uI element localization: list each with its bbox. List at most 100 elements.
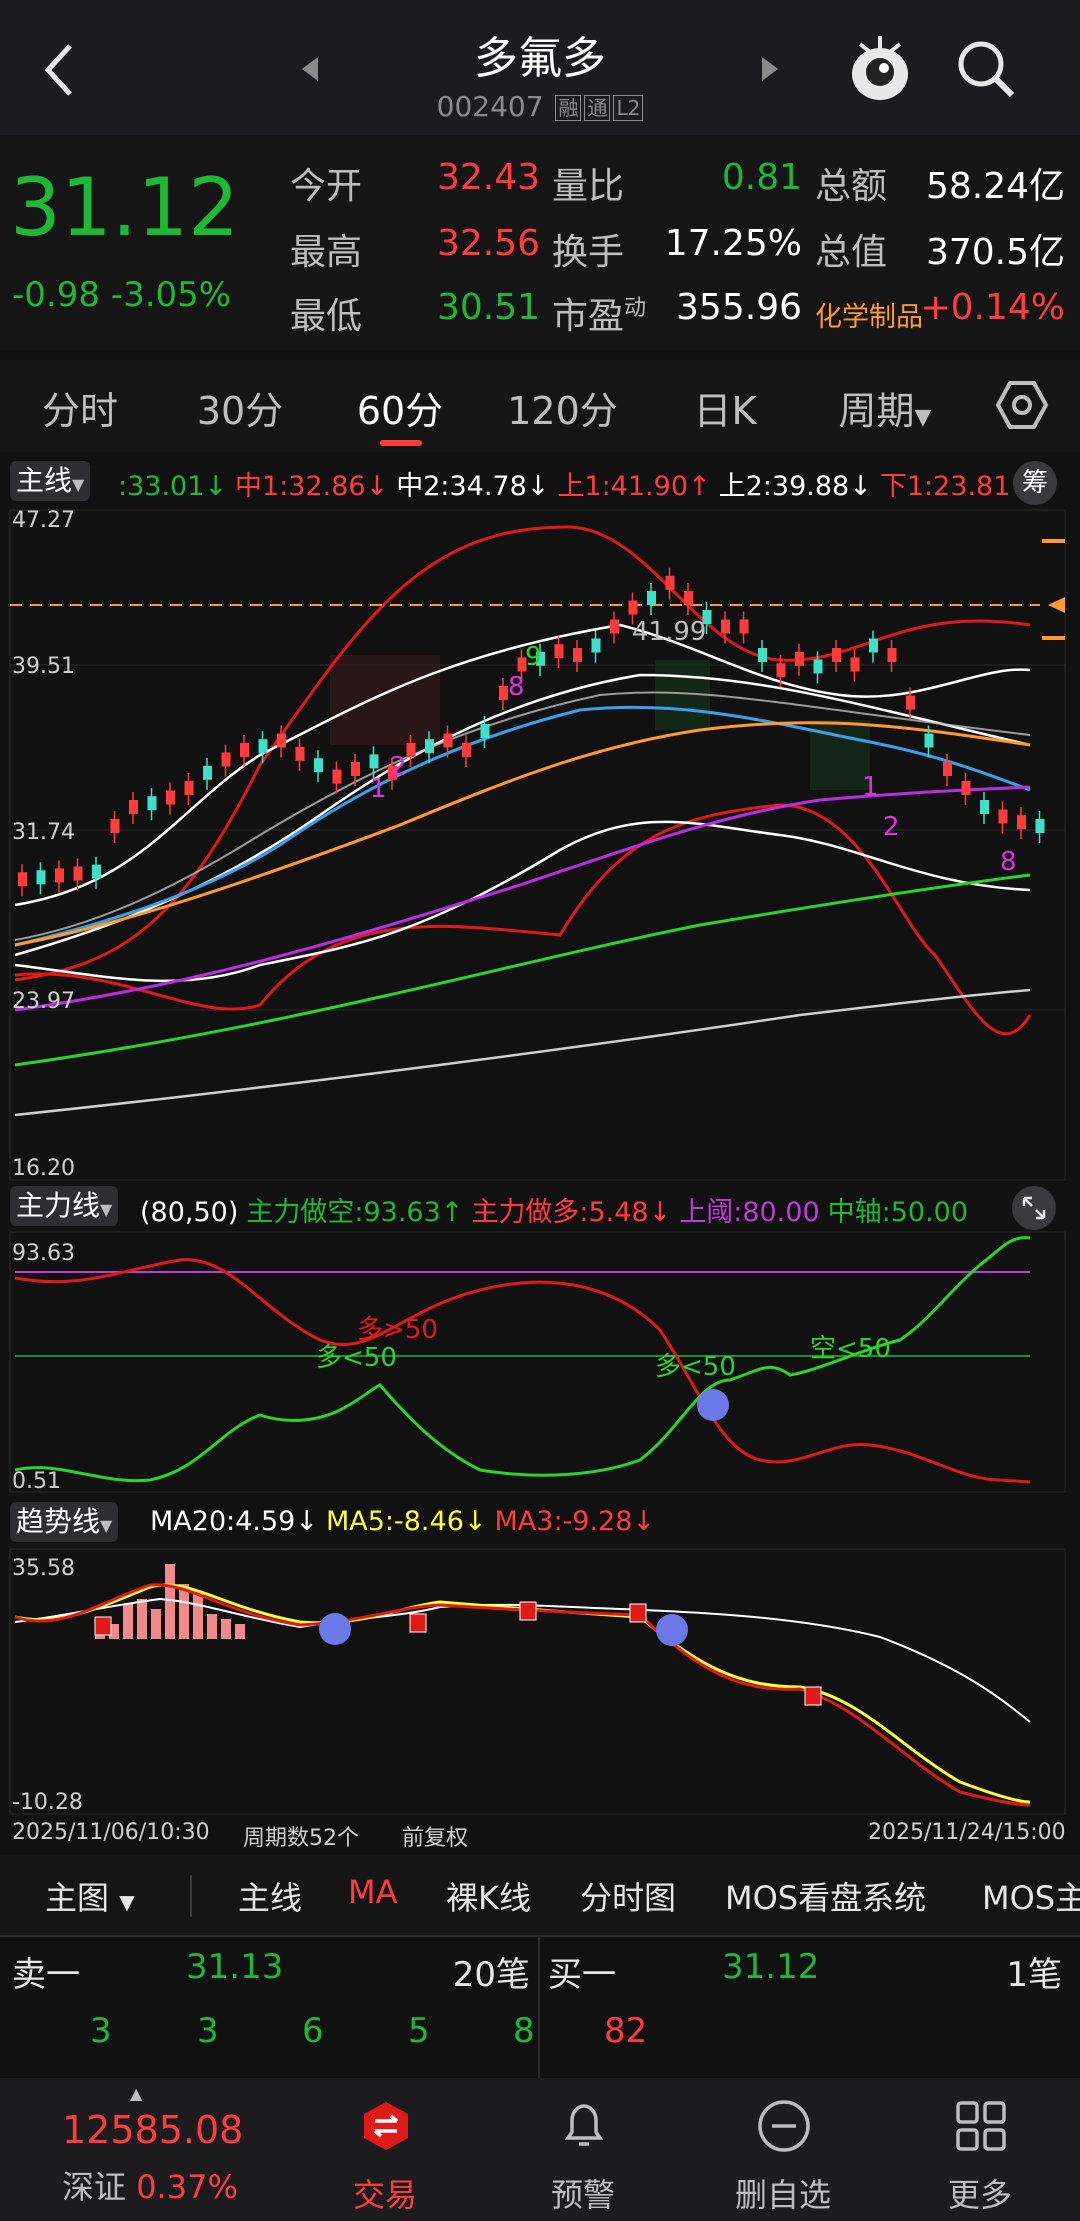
vol-ratio-value: 0.81 <box>721 157 802 198</box>
minus-circle-icon <box>758 2100 810 2152</box>
caret-down-icon: ▼ <box>914 405 932 430</box>
stock-code-row: 002407 融通 L2 <box>0 90 1080 123</box>
y-label-2: 39.51 <box>12 654 75 679</box>
buy-marker <box>804 1686 822 1706</box>
next-stock-icon[interactable] <box>758 55 782 83</box>
tab-intraday[interactable]: 分时 <box>20 380 140 435</box>
nav-trade-label: 交易 <box>352 2176 417 2214</box>
candle-body <box>961 781 971 795</box>
quote-panel: 31.12 -0.98 -3.05% 今开 32.43 最高 32.56 最低 … <box>0 135 1080 350</box>
signal-8b: 8 <box>1000 847 1017 877</box>
sub1-indicators: (80,50) 主力做空:93.63↑ 主力做多:5.48↓ 上阈:80.00 中轴:5… <box>140 1190 976 1229</box>
nav-remove-label: 删自选 <box>734 2176 831 2214</box>
indicator-value: 上阈:80.00 <box>679 1197 820 1228</box>
low-label: 最低 <box>290 296 363 337</box>
candle-body <box>573 648 582 662</box>
main-indicators: :33.01↓ 中1:32.86↓ 中2:34.78↓ 上1:41.90↑ 上2:39.… <box>118 464 1041 503</box>
period-count: 周期数52个 <box>243 1826 359 1851</box>
main-chart-selector-label: 主线 <box>16 464 73 497</box>
indicator-value: 中1:32.86↓ <box>235 471 389 502</box>
signal-annotation: 空<50 <box>810 1334 891 1364</box>
tab-60min[interactable]: 60分 <box>340 380 460 435</box>
candle-body <box>943 762 952 776</box>
sector-label[interactable]: 化学制品 <box>815 295 923 334</box>
candlestick-chart[interactable]: 47.27 39.51 31.74 23.97 16.20 41.99 9 8 … <box>0 505 1080 1185</box>
trend-bar <box>123 1604 133 1639</box>
sub1-selector[interactable]: 主力线▼ <box>10 1186 119 1226</box>
signal-1b: 1 <box>862 772 879 802</box>
amount-value: 58.24亿 <box>925 166 1065 207</box>
sell-queue-5: 8 <box>513 2011 535 2051</box>
caret-up-icon[interactable]: ▲ <box>130 2084 142 2103</box>
main-menu-selector-label: 主图 <box>45 1879 110 1917</box>
candle-body <box>92 864 101 879</box>
caret-down-icon: ▼ <box>100 1200 113 1219</box>
signal-annotation: 多<50 <box>316 1343 397 1373</box>
buy-marker <box>519 1601 537 1621</box>
expand-button[interactable] <box>1012 1186 1056 1230</box>
signal-2: 2 <box>390 752 407 782</box>
sub2-selector[interactable]: 趋势线▼ <box>10 1502 119 1542</box>
sub1-y-bottom: 0.51 <box>12 1469 61 1494</box>
nav-alert[interactable]: 预警 <box>508 2078 658 2221</box>
caret-down-icon: ▼ <box>72 475 85 494</box>
main-force-chart[interactable]: 多>50多<50 多<50空<50 93.63 0.51 <box>0 1230 1080 1495</box>
candle-body <box>314 758 323 773</box>
candle-body <box>776 663 786 678</box>
candle-body <box>240 743 249 757</box>
mascot-icon[interactable] <box>848 30 912 106</box>
menu-item-bare-k[interactable]: 裸K线 <box>446 1873 531 1919</box>
menu-item-mos-system[interactable]: MOS看盘系统 <box>725 1873 926 1919</box>
index-value[interactable]: 12585.08 <box>62 2108 243 2152</box>
candle-body <box>647 591 656 605</box>
candle-body <box>203 765 212 780</box>
tab-120min[interactable]: 120分 <box>495 380 630 435</box>
signal-8: 8 <box>508 672 525 702</box>
nav-more[interactable]: 更多 <box>905 2078 1055 2221</box>
sub2-selector-label: 趋势线 <box>16 1505 101 1538</box>
candle-body <box>684 591 693 605</box>
menu-item-timeshare[interactable]: 分时图 <box>580 1873 676 1919</box>
tab-daily[interactable]: 日K <box>665 380 785 435</box>
main-menu-selector[interactable]: 主图 ▼ <box>45 1873 135 1919</box>
candle-body <box>351 762 360 776</box>
candle-body <box>758 648 767 662</box>
index-change: 0.37% <box>136 2168 238 2206</box>
amount-label: 总额 <box>815 166 888 207</box>
trend-chart[interactable]: 35.58 -10.28 <box>0 1547 1080 1817</box>
candle-body <box>55 868 64 883</box>
indicator-value: 上2:39.88↓ <box>718 471 872 502</box>
tab-30min[interactable]: 30分 <box>180 380 300 435</box>
search-icon[interactable] <box>955 38 1017 100</box>
settings-icon[interactable] <box>995 378 1049 432</box>
menu-item-mainline[interactable]: 主线 <box>238 1873 302 1919</box>
nav-alert-label: 预警 <box>550 2176 615 2214</box>
candle-body <box>1017 815 1026 830</box>
active-tab-indicator <box>380 440 422 446</box>
chip-button[interactable]: 筹 <box>1013 461 1057 505</box>
turnover-value: 17.25% <box>664 223 802 264</box>
sad-face-marker <box>656 1614 688 1646</box>
menu-item-mos-main[interactable]: MOS主 <box>982 1873 1080 1919</box>
candle-body <box>369 754 379 769</box>
adjust-mode[interactable]: 前复权 <box>402 1820 468 1852</box>
high-label: 最高 <box>290 232 363 273</box>
candle-body <box>480 724 490 738</box>
nav-trade[interactable]: 交易 <box>310 2078 460 2221</box>
tab-period[interactable]: 周期▼ <box>815 380 955 435</box>
order-book: 卖一 31.13 20笔 买一 31.12 1笔 3 3 6 5 8 82 <box>0 1935 1080 2078</box>
signal-9: 9 <box>525 642 542 672</box>
menu-divider <box>190 1875 192 1917</box>
menu-item-ma[interactable]: MA <box>348 1873 398 1911</box>
candle-body <box>795 651 804 666</box>
trend-bar <box>137 1599 147 1639</box>
low-value: 30.51 <box>436 287 540 328</box>
nav-more-label: 更多 <box>947 2176 1012 2214</box>
nav-remove-watchlist[interactable]: 删自选 <box>708 2078 858 2221</box>
candle-body <box>610 619 619 634</box>
index-info[interactable]: 深证 0.37% <box>62 2162 238 2208</box>
main-chart-selector[interactable]: 主线▼ <box>10 461 91 501</box>
buy-marker <box>629 1603 647 1623</box>
sell-queue-2: 3 <box>197 2011 219 2051</box>
caret-down-icon: ▼ <box>100 1516 113 1535</box>
